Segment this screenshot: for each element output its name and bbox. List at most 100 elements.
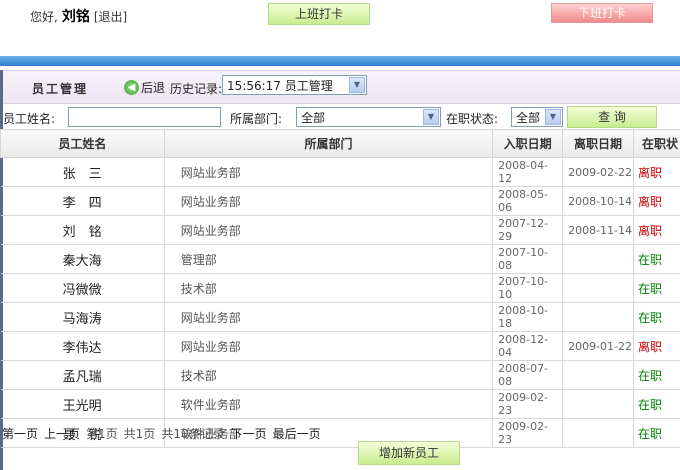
clock-in-button[interactable]: 上班打卡 bbox=[268, 3, 370, 25]
chevron-down-icon: ▼ bbox=[545, 109, 561, 125]
leave-date-cell bbox=[562, 418, 635, 448]
table-row[interactable]: 孟凡瑞 技术部 2008-07-08 在职 bbox=[0, 360, 680, 390]
back-arrow-icon: ◀ bbox=[124, 80, 139, 95]
table-row[interactable]: 马海涛 网站业务部 2008-10-18 在职 bbox=[0, 302, 680, 332]
leave-date-cell: 2009-01-22 bbox=[562, 331, 635, 361]
leave-date-cell bbox=[562, 244, 635, 274]
department-cell: 软件业务部 bbox=[164, 389, 494, 419]
join-date-cell: 2007-10-08 bbox=[492, 244, 564, 274]
filter-bar: 员工姓名: 所属部门: 全部 ▼ 在职状态: 全部 ▼ 查 询 bbox=[0, 105, 680, 129]
join-date-cell: 2008-12-04 bbox=[492, 331, 564, 361]
greeting-text: 您好, bbox=[30, 10, 58, 24]
leave-date-cell: 2008-10-14 bbox=[562, 186, 635, 216]
status-cell: 在职 bbox=[633, 273, 680, 303]
department-cell: 技术部 bbox=[164, 273, 494, 303]
clock-out-button[interactable]: 下班打卡 bbox=[551, 3, 653, 23]
last-page-link[interactable]: 最后一页 bbox=[273, 427, 321, 441]
page-title: 员工管理 bbox=[32, 82, 89, 96]
leave-date-cell bbox=[562, 389, 635, 419]
total-records: 共10条记录 bbox=[161, 427, 225, 441]
user-name: 刘铭 bbox=[61, 9, 90, 25]
join-date-cell: 2007-12-29 bbox=[492, 215, 564, 245]
table-row[interactable]: 张 三网站业务部 2008-04-12 2009-02-22 离职 bbox=[0, 157, 680, 187]
table-header-row: 员工姓名 所属部门 入职日期 离职日期 在职状 bbox=[0, 129, 680, 158]
name-input[interactable] bbox=[68, 107, 221, 127]
join-date-cell: 2008-07-08 bbox=[492, 360, 564, 390]
back-button[interactable]: ◀ 后退 bbox=[124, 79, 165, 96]
table-row[interactable]: 秦大海 管理部 2007-10-08 在职 bbox=[0, 244, 680, 274]
department-cell: 网站业务部 bbox=[164, 186, 494, 216]
history-select[interactable]: 15:56:17 员工管理 ▼ bbox=[222, 75, 367, 95]
employee-name-cell: 李 四 bbox=[0, 186, 165, 216]
status-cell: 离职 bbox=[633, 157, 680, 187]
col-header-dept[interactable]: 所属部门 bbox=[163, 129, 494, 158]
table-row[interactable]: 刘 铭网站业务部 2007-12-29 2008-11-14 离职 bbox=[0, 215, 680, 245]
col-header-join-date[interactable]: 入职日期 bbox=[492, 129, 564, 158]
col-header-status[interactable]: 在职状 bbox=[633, 129, 680, 158]
col-header-name[interactable]: 员工姓名 bbox=[0, 129, 165, 158]
employee-name-cell: 孟凡瑞 bbox=[0, 360, 165, 390]
employee-name-cell: 刘 铭 bbox=[0, 215, 165, 245]
department-cell: 技术部 bbox=[164, 360, 494, 390]
current-page: 第1页 bbox=[86, 427, 118, 441]
employee-table: 员工姓名 所属部门 入职日期 离职日期 在职状 张 三网站业务部 2008-04-… bbox=[0, 129, 680, 448]
leave-date-cell: 2008-11-14 bbox=[562, 215, 635, 245]
leave-date-cell: 2009-02-22 bbox=[562, 157, 635, 187]
pagination: 第一页 上一页 第1页 共1页 共10条记录 下一页 最后一页 bbox=[2, 425, 327, 442]
status-select[interactable]: 全部 ▼ bbox=[511, 107, 563, 127]
leave-date-cell bbox=[562, 360, 635, 390]
join-date-cell: 2008-04-12 bbox=[492, 157, 564, 187]
name-label: 员工姓名: bbox=[3, 112, 56, 126]
status-label: 在职状态: bbox=[446, 112, 499, 126]
table-row[interactable]: 冯微微 技术部 2007-10-10 在职 bbox=[0, 273, 680, 303]
first-page-link[interactable]: 第一页 bbox=[2, 427, 38, 441]
department-cell: 网站业务部 bbox=[164, 157, 494, 187]
department-cell: 网站业务部 bbox=[164, 215, 494, 245]
employee-name-cell: 王光明 bbox=[0, 389, 165, 419]
history-select-value: 15:56:17 员工管理 bbox=[227, 79, 333, 93]
employee-name-cell: 李伟达 bbox=[0, 331, 165, 361]
table-row[interactable]: 李 四网站业务部 2008-05-06 2008-10-14 离职 bbox=[0, 186, 680, 216]
dept-select-value: 全部 bbox=[301, 111, 326, 125]
status-select-value: 全部 bbox=[516, 111, 541, 125]
col-header-leave-date[interactable]: 离职日期 bbox=[562, 129, 635, 158]
join-date-cell: 2007-10-10 bbox=[492, 273, 564, 303]
employee-name-cell: 秦大海 bbox=[0, 244, 165, 274]
status-cell: 离职 bbox=[633, 186, 680, 216]
total-pages: 共1页 bbox=[123, 427, 156, 441]
department-cell: 网站业务部 bbox=[164, 302, 494, 332]
join-date-cell: 2008-05-06 bbox=[492, 186, 564, 216]
employee-name-cell: 冯微微 bbox=[0, 273, 165, 303]
status-cell: 离职 bbox=[633, 331, 680, 361]
dept-label: 所属部门: bbox=[230, 112, 283, 126]
add-employee-button[interactable]: 增加新员工 bbox=[358, 441, 460, 465]
history-label: 历史记录: bbox=[170, 82, 223, 96]
status-cell: 离职 bbox=[633, 215, 680, 245]
leave-date-cell bbox=[562, 273, 635, 303]
department-cell: 网站业务部 bbox=[164, 331, 494, 361]
chevron-down-icon: ▼ bbox=[349, 77, 365, 93]
greeting: 您好, 刘铭 [退出] bbox=[30, 6, 127, 26]
header-divider bbox=[0, 56, 680, 66]
join-date-cell: 2009-02-23 bbox=[492, 418, 564, 448]
table-row[interactable]: 李伟达 网站业务部 2008-12-04 2009-01-22 离职 bbox=[0, 331, 680, 361]
back-label: 后退 bbox=[141, 81, 166, 95]
next-page-link[interactable]: 下一页 bbox=[231, 427, 267, 441]
status-cell: 在职 bbox=[633, 302, 680, 332]
logout-link[interactable]: [退出] bbox=[94, 10, 127, 24]
status-cell: 在职 bbox=[633, 389, 680, 419]
prev-page-link[interactable]: 上一页 bbox=[44, 427, 80, 441]
top-header: 您好, 刘铭 [退出] 上班打卡 下班打卡 bbox=[0, 0, 680, 56]
search-button[interactable]: 查 询 bbox=[567, 106, 657, 128]
employee-name-cell: 马海涛 bbox=[0, 302, 165, 332]
employee-name-cell: 张 三 bbox=[0, 157, 165, 187]
table-row[interactable]: 王光明 软件业务部 2009-02-23 在职 bbox=[0, 389, 680, 419]
status-cell: 在职 bbox=[633, 360, 680, 390]
join-date-cell: 2009-02-23 bbox=[492, 389, 564, 419]
leave-date-cell bbox=[562, 302, 635, 332]
status-cell: 在职 bbox=[633, 418, 680, 448]
department-cell: 管理部 bbox=[164, 244, 494, 274]
dept-select[interactable]: 全部 ▼ bbox=[296, 107, 441, 127]
status-cell: 在职 bbox=[633, 244, 680, 274]
chevron-down-icon: ▼ bbox=[423, 109, 439, 125]
